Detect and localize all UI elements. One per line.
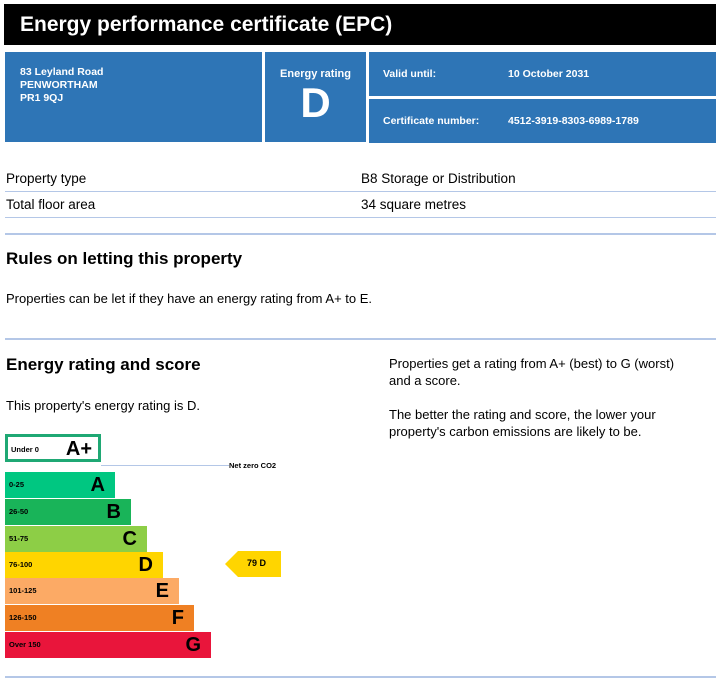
address-line: 83 Leyland Road [20,66,104,78]
certificate-number-row: Certificate number: 4512-3919-8303-6989-… [369,99,716,143]
net-zero-line [101,465,229,466]
property-type-value: B8 Storage or Distribution [361,171,516,186]
property-type-label: Property type [6,171,87,186]
valid-until-label: Valid until: [383,68,437,80]
band-letter: F [171,607,184,629]
band-range: Over 150 [9,640,41,649]
valid-until-row: Valid until: 10 October 2031 [369,52,716,96]
band-range: Under 0 [11,445,39,454]
band-range: 51-75 [9,534,29,543]
valid-until-value: 10 October 2031 [508,68,590,80]
band-letter: D [138,554,153,576]
current-rating-arrow: 79 D [225,551,281,577]
band-b: 26-50 B [5,499,131,525]
rating-explanation: Properties get a rating from A+ (best) t… [389,355,674,389]
explanation-line: The better the rating and score, the low… [389,407,656,422]
floor-area-value: 34 square metres [361,197,467,212]
band-range: 126-150 [9,613,37,622]
band-range: 76-100 [9,560,33,569]
band-range: 101-125 [9,586,37,595]
band-f: 126-150 F [5,605,194,631]
energy-rating-box: Energy rating D [265,52,366,142]
band-range: 26-50 [9,507,29,516]
band-letter: C [122,528,137,550]
band-e: 101-125 E [5,578,179,604]
band-g: Over 150 G [5,632,211,658]
band-d: 76-100 D [5,552,163,578]
explanation-line: and a score. [389,373,461,388]
band-letter: E [155,580,169,602]
net-zero-label: Net zero CO2 [229,461,277,470]
address-block: 83 Leyland Road PENWORTHAM PR1 9QJ [5,52,262,142]
section-divider [5,676,716,678]
explanation-line: Properties get a rating from A+ (best) t… [389,356,675,371]
band-letter: B [106,501,121,523]
score-text: This property's energy rating is D. [6,398,200,413]
divider [5,191,716,192]
certificate-number-label: Certificate number: [383,115,480,127]
explanation-line: property's carbon emissions are likely t… [389,424,642,439]
section-divider [5,338,716,340]
band-a: 0-25 A [5,472,115,498]
current-rating-text: 79 D [247,558,267,568]
band-letter: A [90,474,105,496]
energy-rating-value: D [300,79,331,126]
page-title: Energy performance certificate (EPC) [4,4,716,45]
letting-text: Properties can be let if they have an en… [6,291,373,306]
band-range: 0-25 [9,480,25,489]
section-divider [5,233,716,235]
address-line: PR1 9QJ [20,92,64,104]
divider [5,217,716,218]
band-c: 51-75 C [5,526,147,552]
address-line: PENWORTHAM [20,79,98,91]
score-heading: Energy rating and score [6,355,201,374]
emissions-explanation: The better the rating and score, the low… [389,406,656,440]
certificate-number-value: 4512-3919-8303-6989-1789 [508,115,639,127]
band-aplus: Under 0 A+ [5,434,101,462]
floor-area-label: Total floor area [6,197,96,212]
letting-heading: Rules on letting this property [6,249,243,268]
band-letter: G [185,634,201,656]
band-letter: A+ [65,438,92,460]
